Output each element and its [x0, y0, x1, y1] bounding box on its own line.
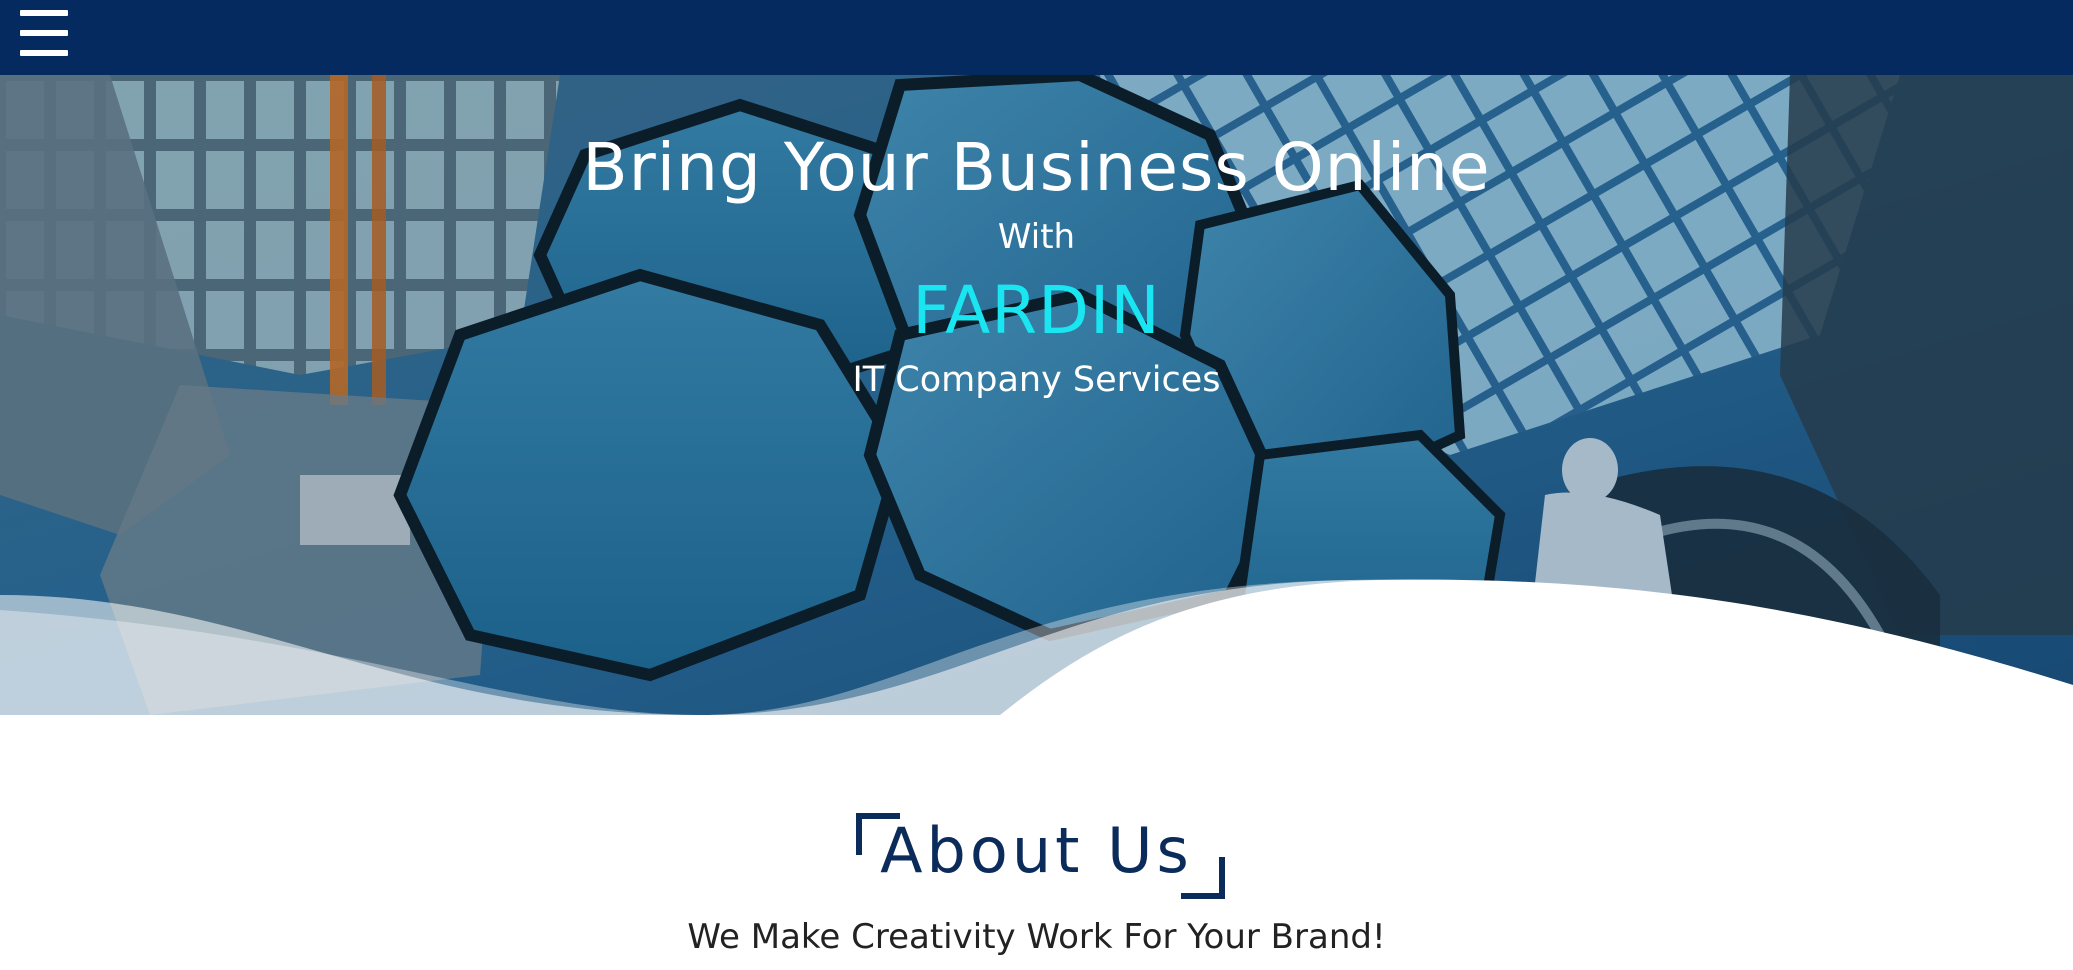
about-section: About Us We Make Creativity Work For You… — [0, 715, 2073, 970]
about-subheading: We Make Creativity Work For Your Brand! — [687, 917, 1386, 957]
top-nav-bar — [0, 0, 2073, 75]
hero-section: Bring Your Business Online With FARDIN I… — [0, 75, 2073, 715]
about-heading-wrapper: About Us — [0, 811, 2073, 901]
about-heading: About Us — [880, 814, 1193, 887]
hero-wave-divider — [0, 579, 2073, 715]
hamburger-line — [20, 50, 68, 56]
heading-corner-bracket-icon — [1181, 857, 1225, 899]
hamburger-line — [20, 30, 68, 36]
hamburger-menu-icon[interactable] — [20, 10, 68, 56]
hamburger-line — [20, 10, 68, 16]
